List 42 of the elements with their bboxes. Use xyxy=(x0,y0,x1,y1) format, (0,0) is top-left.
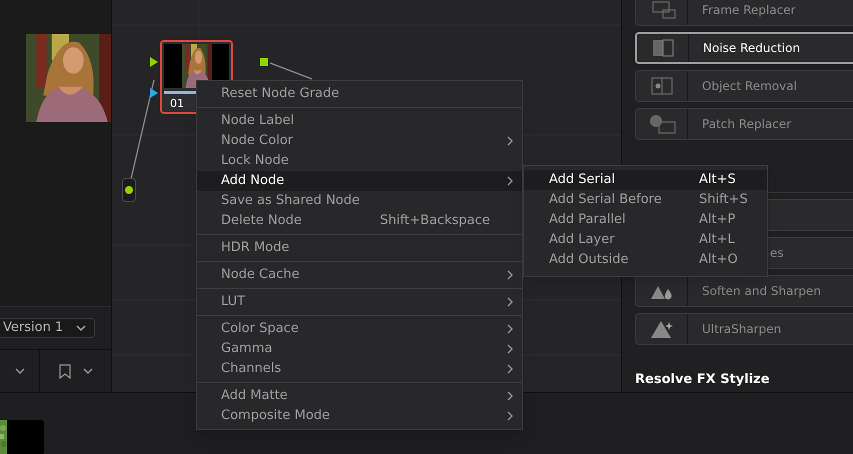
menu-item[interactable]: Add Serial Alt+S xyxy=(524,170,767,190)
menu-item[interactable]: Delete Node Shift+Backspace xyxy=(197,211,522,231)
chevron-icon[interactable] xyxy=(82,368,92,374)
effect-button[interactable]: Soften and Sharpen xyxy=(635,275,853,307)
effect-button[interactable]: Frame Replacer xyxy=(635,0,853,26)
menu-item[interactable]: Composite Mode xyxy=(197,406,522,426)
bookmark-icon[interactable] xyxy=(58,364,70,378)
menu-item[interactable]: Save as Shared Node xyxy=(197,191,522,211)
input-node[interactable] xyxy=(122,178,136,202)
menu-item[interactable]: Channels xyxy=(197,359,522,379)
effect-button[interactable]: Noise Reduction xyxy=(635,32,853,64)
chevron-icon xyxy=(76,325,86,331)
menu-item[interactable]: Node Label xyxy=(197,111,522,131)
menu-item[interactable]: Gamma xyxy=(197,339,522,359)
node-label: 01 xyxy=(169,96,185,112)
menu-item[interactable]: Add Node xyxy=(197,171,522,191)
menu-item[interactable]: LUT xyxy=(197,292,522,312)
effect-button[interactable]: UltraSharpen xyxy=(635,313,853,345)
menu-item[interactable]: Lock Node xyxy=(197,151,522,171)
effect-button[interactable]: es xyxy=(768,237,853,269)
effect-button[interactable]: Object Removal xyxy=(635,70,853,102)
triangle-icon[interactable] xyxy=(150,88,158,98)
triangle-icon[interactable] xyxy=(150,57,158,67)
chevron-right-icon xyxy=(507,270,514,280)
menu-item[interactable]: Node Color xyxy=(197,131,522,151)
menu-item[interactable]: Add Parallel Alt+P xyxy=(524,210,767,230)
effect-button[interactable]: Patch Replacer xyxy=(635,108,853,140)
dot-icon xyxy=(125,186,133,194)
version-dropdown[interactable]: Version 1 xyxy=(0,318,95,338)
menu-item[interactable]: Color Space xyxy=(197,319,522,339)
connection-line xyxy=(269,62,313,80)
menu-item[interactable]: Add Layer Alt+L xyxy=(524,230,767,250)
menu-item[interactable]: HDR Mode xyxy=(197,238,522,258)
section-title: Resolve FX Stylize xyxy=(635,371,770,389)
chevron-right-icon xyxy=(507,136,514,146)
menu-item[interactable]: Add Matte xyxy=(197,386,522,406)
chevron-right-icon xyxy=(507,176,514,186)
menu-item[interactable]: Add Serial Before Shift+S xyxy=(524,190,767,210)
chevron-icon[interactable] xyxy=(14,368,24,374)
chevron-right-icon xyxy=(507,297,514,307)
menu-item[interactable]: Add Outside Alt+O xyxy=(524,250,767,270)
menu-item[interactable]: Node Cache xyxy=(197,265,522,285)
